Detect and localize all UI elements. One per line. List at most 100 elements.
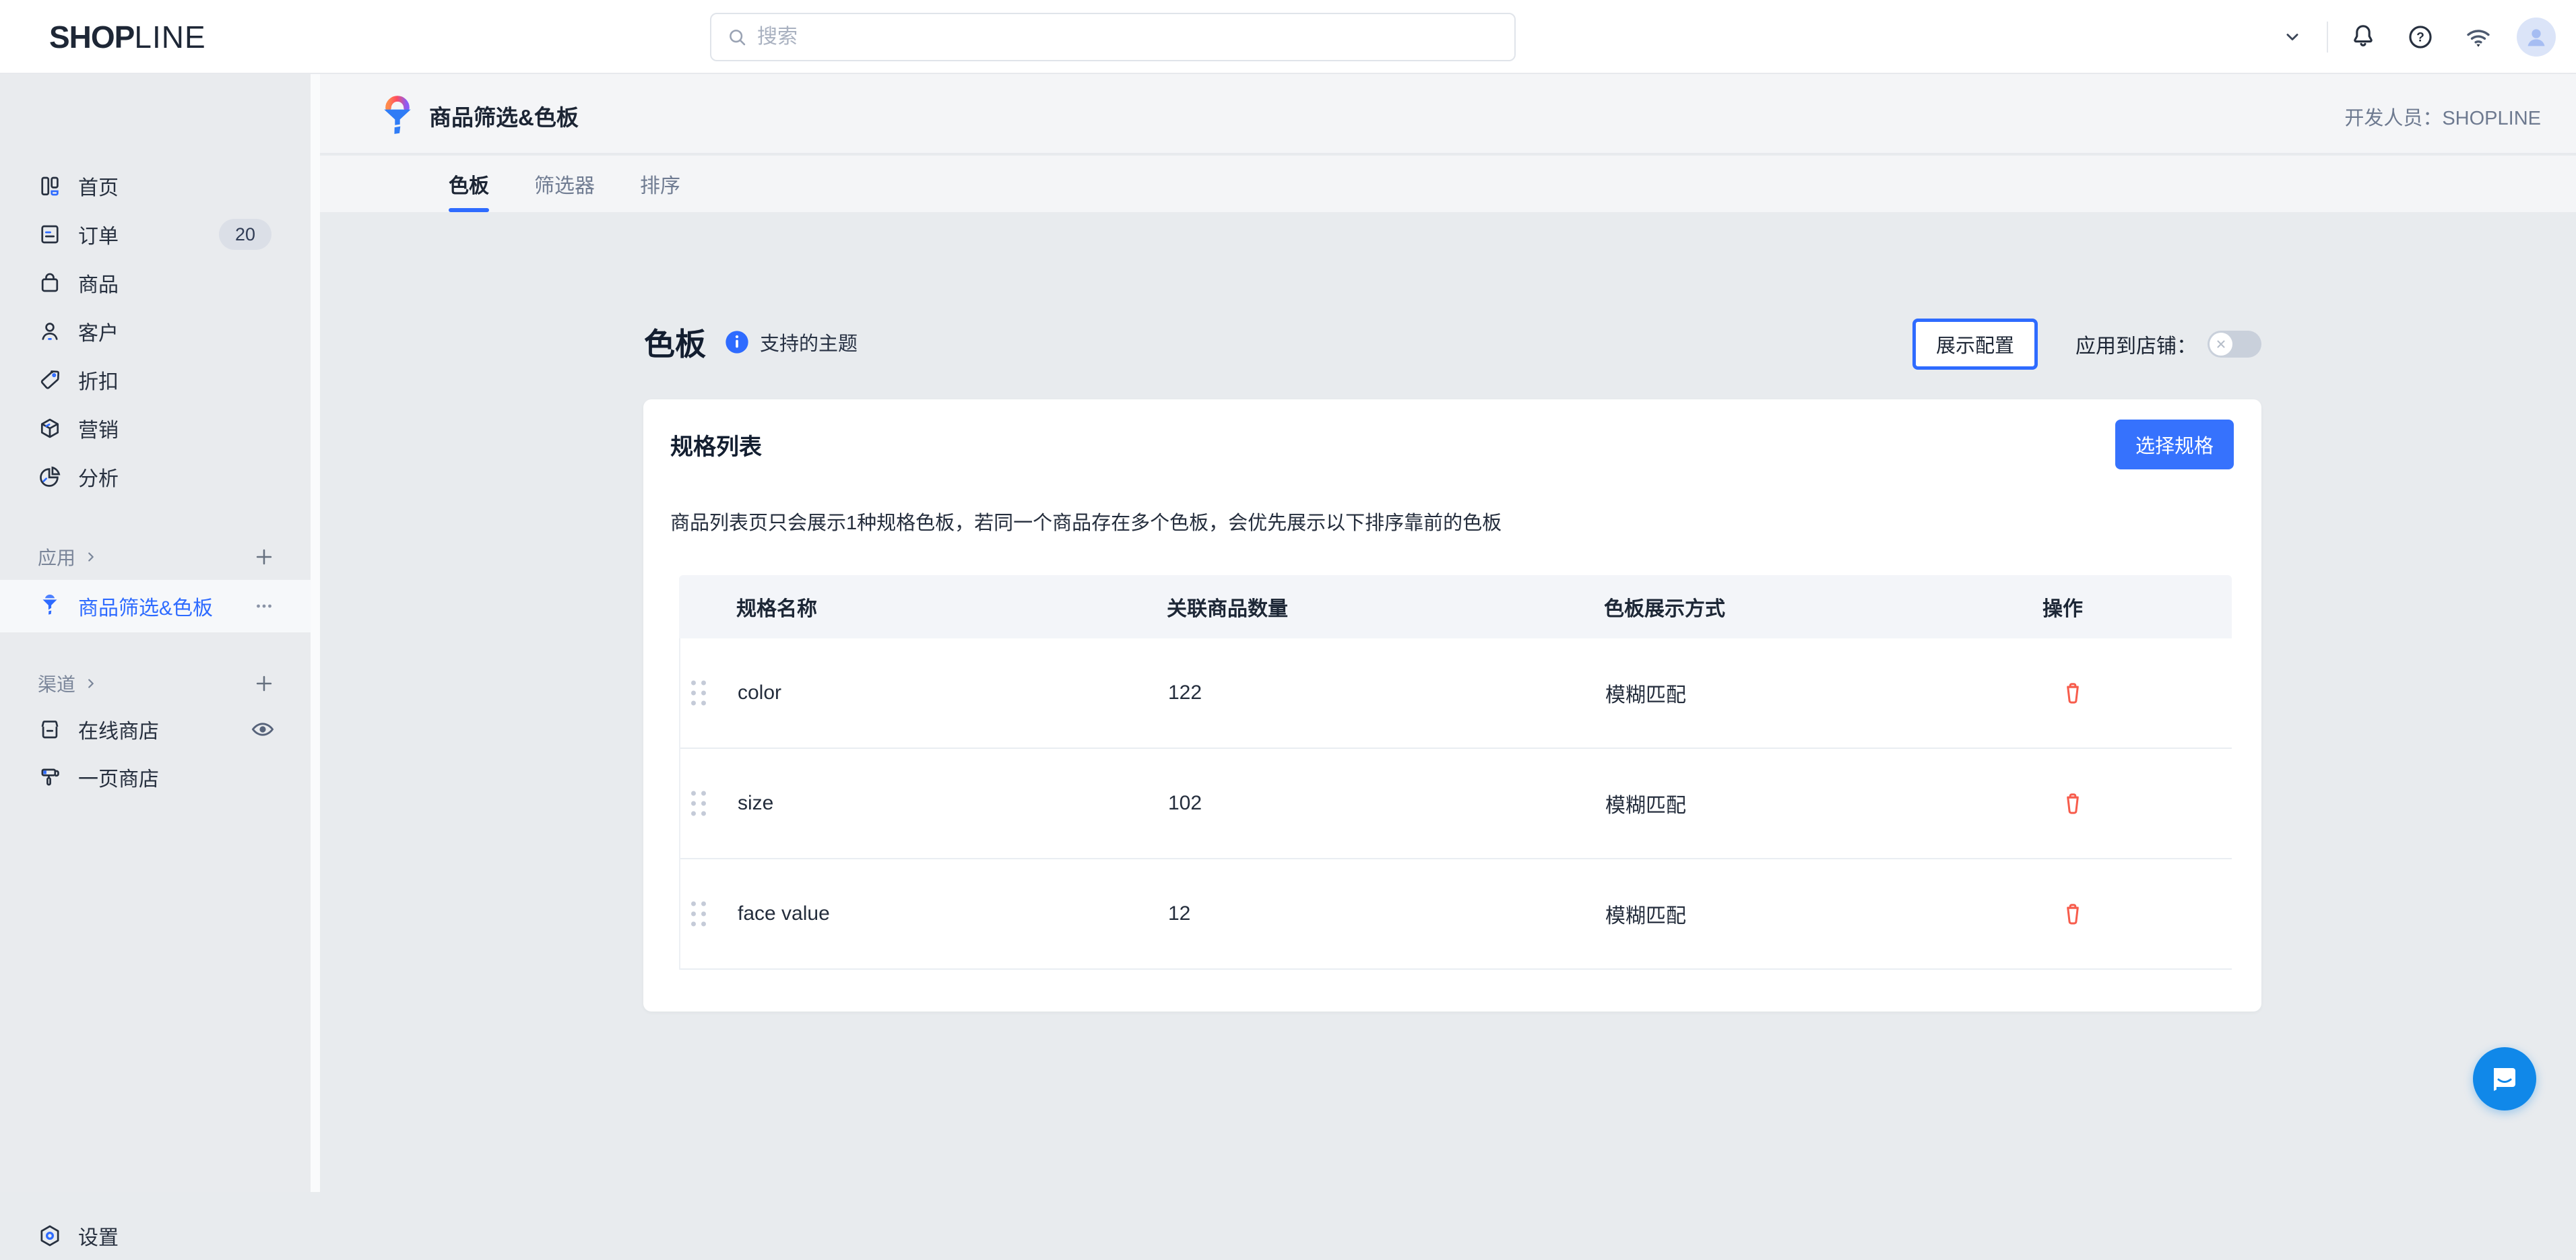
sidebar-item-orders[interactable]: 订单 20 — [0, 210, 311, 259]
page-controls: 展示配置 应用到店铺： — [1912, 319, 2261, 370]
more-options-icon[interactable] — [253, 595, 276, 618]
trash-icon — [2060, 680, 2086, 706]
delete-spec-button[interactable] — [2057, 788, 2088, 819]
sidebar-section-apps[interactable]: 应用 — [0, 533, 311, 581]
sidebar-item-label: 客户 — [78, 317, 119, 346]
sidebar-item-label: 设置 — [78, 1221, 119, 1251]
spec-name-cell: size — [738, 792, 1168, 815]
apply-to-store-toggle[interactable] — [2208, 331, 2261, 358]
marketing-box-icon — [38, 416, 62, 440]
tab-sort[interactable]: 排序 — [640, 156, 680, 212]
delete-spec-button[interactable] — [2057, 898, 2088, 929]
sidebar-item-label: 折扣 — [78, 365, 119, 395]
developer-label: 开发人员：SHOPLINE — [2344, 102, 2541, 131]
notifications-bell-icon[interactable] — [2348, 22, 2378, 52]
select-spec-button[interactable]: 选择规格 — [2115, 420, 2234, 469]
sidebar-item-products[interactable]: 商品 — [0, 259, 311, 307]
visibility-eye-icon[interactable] — [250, 717, 276, 742]
global-search[interactable] — [710, 13, 1516, 61]
palette-display-mode-cell: 模糊匹配 — [1605, 899, 2044, 929]
column-header: 规格名称 — [736, 592, 1167, 622]
spec-table-body: color 122 模糊匹配 size 102 模糊匹配 face value … — [679, 638, 2232, 970]
toggle-knob — [2210, 333, 2232, 356]
discount-tag-icon — [38, 368, 62, 392]
storefront-icon — [38, 717, 62, 741]
sidebar-item-settings[interactable]: 设置 — [0, 1212, 311, 1260]
sidebar-item-label: 营销 — [78, 413, 119, 443]
delete-spec-button[interactable] — [2057, 677, 2088, 708]
sidebar-item-home[interactable]: 首页 — [0, 162, 311, 210]
home-dashboard-icon — [38, 174, 62, 198]
tab-palette[interactable]: 色板 — [449, 156, 489, 212]
apply-to-store-label: 应用到店铺： — [2075, 329, 2197, 359]
spec-list-card: 规格列表 选择规格 商品列表页只会展示1种规格色板，若同一个商品存在多个色板，会… — [643, 399, 2261, 1012]
trash-icon — [2060, 791, 2086, 816]
sidebar-item-product-filter-app[interactable]: 商品筛选&色板 — [0, 580, 311, 632]
spec-name-cell: color — [738, 682, 1168, 704]
app-title: 商品筛选&色板 — [429, 100, 579, 132]
search-icon — [726, 26, 748, 48]
paint-roller-icon — [38, 765, 62, 789]
chat-bubble-icon — [2487, 1061, 2522, 1096]
sidebar-item-one-page-store[interactable]: 一页商店 — [0, 753, 311, 801]
spec-table-row: size 102 模糊匹配 — [680, 749, 2232, 859]
related-product-count-cell: 102 — [1168, 792, 1605, 815]
chevron-right-icon — [84, 676, 98, 691]
card-title: 规格列表 — [670, 428, 762, 461]
display-config-button[interactable]: 展示配置 — [1912, 319, 2038, 370]
trash-icon — [2060, 901, 2086, 927]
spec-table-header: 规格名称 关联商品数量 色板展示方式 操作 — [679, 575, 2232, 638]
palette-display-mode-cell: 模糊匹配 — [1605, 678, 2044, 708]
sidebar-item-analytics[interactable]: 分析 — [0, 453, 311, 501]
add-channel-button[interactable] — [253, 672, 276, 695]
sidebar-item-label: 一页商店 — [78, 762, 159, 792]
chevron-down-icon[interactable] — [2281, 26, 2304, 48]
shopline-logo: SHOPLINE — [49, 19, 206, 55]
info-icon[interactable] — [723, 329, 750, 356]
sidebar-item-customers[interactable]: 客户 — [0, 307, 311, 356]
content-area: 色板 支持的主题 展示配置 应用到店铺： 规格列表 选择规格 — [320, 212, 2576, 1192]
customers-person-icon — [38, 319, 62, 343]
sidebar-item-marketing[interactable]: 营销 — [0, 404, 311, 453]
add-app-button[interactable] — [253, 545, 276, 568]
page: SHOPLINE ? — [0, 0, 2576, 1192]
funnel-app-icon — [38, 594, 62, 618]
sidebar-item-label: 分析 — [78, 462, 119, 492]
sidebar-item-label: 商品 — [78, 268, 119, 298]
section-channels-label: 渠道 — [38, 670, 75, 697]
spec-table-row: face value 12 模糊匹配 — [680, 859, 2232, 970]
sidebar-item-label: 订单 — [78, 220, 119, 249]
column-header: 关联商品数量 — [1167, 592, 1604, 622]
column-header: 操作 — [2042, 592, 2232, 622]
network-wifi-icon[interactable] — [2463, 22, 2494, 53]
logo-text-bold: SHOP — [49, 19, 134, 55]
sidebar-section-channels[interactable]: 渠道 — [0, 659, 311, 708]
products-bag-icon — [38, 271, 62, 295]
analytics-pie-icon — [38, 465, 62, 489]
sidebar-item-label: 首页 — [78, 171, 119, 201]
spec-name-cell: face value — [738, 902, 1168, 925]
palette-display-mode-cell: 模糊匹配 — [1605, 789, 2044, 818]
sidebar-item-label: 在线商店 — [78, 715, 159, 744]
chevron-right-icon — [84, 550, 98, 564]
card-description: 商品列表页只会展示1种规格色板，若同一个商品存在多个色板，会优先展示以下排序靠前… — [670, 507, 1502, 535]
orders-count-badge: 20 — [219, 219, 271, 250]
tabstrip: 色板 筛选器 排序 — [320, 156, 2576, 212]
app-funnel-icon — [377, 93, 418, 136]
app-header: 商品筛选&色板 开发人员：SHOPLINE — [320, 74, 2576, 154]
chat-support-button[interactable] — [2473, 1047, 2536, 1110]
search-input[interactable] — [757, 26, 1500, 48]
sidebar-item-label: 商品筛选&色板 — [78, 591, 213, 621]
sidebar-item-discounts[interactable]: 折扣 — [0, 356, 311, 404]
section-apps-label: 应用 — [38, 543, 75, 570]
topbar: SHOPLINE ? — [0, 0, 2576, 74]
supported-themes-link[interactable]: 支持的主题 — [760, 328, 858, 356]
drag-handle-icon[interactable] — [691, 902, 706, 927]
tab-filter[interactable]: 筛选器 — [534, 156, 595, 212]
drag-handle-icon[interactable] — [691, 681, 706, 706]
sidebar-item-online-store[interactable]: 在线商店 — [0, 705, 311, 754]
user-avatar[interactable] — [2517, 18, 2556, 57]
drag-handle-icon[interactable] — [691, 791, 706, 816]
settings-gear-icon — [38, 1224, 62, 1248]
help-icon[interactable]: ? — [2406, 23, 2435, 51]
